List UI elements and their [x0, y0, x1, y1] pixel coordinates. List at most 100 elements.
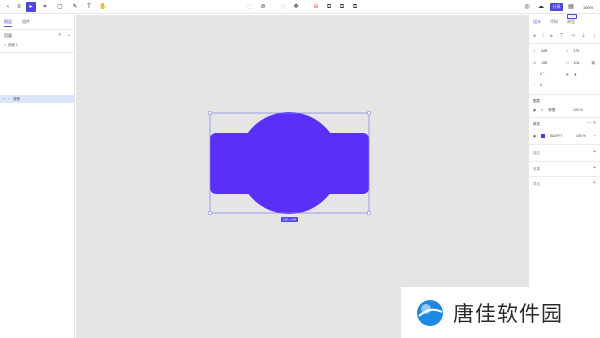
- layer-section-title: 图层: [533, 99, 540, 103]
- align-bottom-icon[interactable]: ⊥: [581, 33, 585, 39]
- y-label: Y: [566, 49, 569, 53]
- fill-swatch[interactable]: [541, 134, 546, 138]
- watermark-text: 唐佳软件园: [453, 301, 563, 326]
- layer-item-label: 矩形: [13, 96, 21, 101]
- align-top-icon[interactable]: ⊤: [559, 33, 563, 39]
- tab-components[interactable]: 组件: [22, 19, 30, 27]
- rotation-value[interactable]: 0 °: [540, 72, 544, 76]
- chevron-down-icon[interactable]: ⌄: [67, 32, 71, 38]
- flip-horizontal-icon[interactable]: ◭: [566, 72, 569, 76]
- shape-icon: ◌: [8, 97, 11, 101]
- back-icon[interactable]: ‹: [3, 2, 13, 12]
- tab-code[interactable]: 代码: [550, 19, 558, 25]
- boolean-subtract-icon[interactable]: ⧉: [337, 2, 347, 12]
- frame-tool-icon[interactable]: ⌗: [40, 2, 50, 12]
- add-effect-icon[interactable]: +: [593, 165, 596, 171]
- page-item[interactable]: ✓ 页面 1: [4, 43, 18, 48]
- tab-prototype[interactable]: 原型: [567, 19, 575, 25]
- align-center-icon[interactable]: ⫶: [542, 33, 543, 39]
- left-panel: 图层 组件 页面 + ⌄ ✓ 页面 1 › ◌ 矩形: [0, 14, 75, 338]
- divider: [0, 52, 75, 53]
- fill-hex[interactable]: 5A2FF7: [550, 134, 562, 138]
- corner-radius-icon: ⌐: [533, 83, 536, 87]
- tab-design[interactable]: 设计: [533, 19, 541, 25]
- mask-icon[interactable]: ⊖: [311, 2, 321, 12]
- x-value[interactable]: -828: [540, 49, 547, 53]
- add-export-icon[interactable]: +: [593, 180, 596, 186]
- pen-tool-icon[interactable]: ✎: [70, 2, 80, 12]
- chevron-right-icon[interactable]: ›: [4, 97, 5, 101]
- width-field[interactable]: W 158: [533, 61, 547, 65]
- eye-icon[interactable]: ◉: [533, 108, 536, 113]
- divider: [529, 94, 600, 95]
- eye-icon[interactable]: ◉: [533, 134, 536, 138]
- pages-header: 页面 + ⌄: [4, 32, 71, 39]
- align-left-icon[interactable]: ⫷: [533, 33, 536, 39]
- move-icon[interactable]: ✥: [291, 2, 301, 12]
- x-field[interactable]: X -828: [533, 49, 547, 53]
- link-icon[interactable]: ⊘: [258, 2, 268, 12]
- add-fill-icon[interactable]: ⋯ +: [587, 120, 596, 126]
- play-icon[interactable]: ◎: [522, 2, 532, 12]
- add-page-icon[interactable]: +: [58, 32, 61, 38]
- align-middle-icon[interactable]: ⊣: [570, 33, 574, 39]
- radius-value[interactable]: 0: [540, 83, 542, 87]
- pages-label: 页面: [4, 33, 12, 38]
- rectangle-tool-icon[interactable]: ▢: [55, 2, 65, 12]
- watermark-logo-icon: [417, 299, 443, 326]
- fill-opacity[interactable]: 100 %: [576, 134, 586, 138]
- align-right-icon[interactable]: ⫸: [550, 33, 553, 39]
- layer-item[interactable]: › ◌ 矩形: [0, 95, 74, 103]
- cloud-icon[interactable]: ☁: [536, 2, 546, 12]
- blend-mode-value[interactable]: 穿透: [548, 108, 555, 113]
- rectangle-shape[interactable]: [210, 133, 369, 194]
- constrain-proportions-icon[interactable]: ⛓: [591, 61, 595, 65]
- select-tool-icon[interactable]: ▸: [26, 2, 36, 12]
- alignment-toolbar: ⫷ ⫶ ⫸ ⊤ ⊣ ⊥ ⋮: [533, 33, 597, 39]
- export-section-title[interactable]: 导出: [533, 182, 540, 187]
- effects-section-title[interactable]: 效果: [533, 167, 540, 172]
- device-icon[interactable]: ▤: [566, 2, 576, 12]
- resize-handle[interactable]: [367, 211, 371, 215]
- divider: [529, 117, 600, 118]
- boolean-union-icon[interactable]: ⧉: [324, 2, 334, 12]
- menu-icon[interactable]: ≡: [14, 2, 24, 12]
- boolean-intersect-icon[interactable]: ⧉: [350, 2, 360, 12]
- y-field[interactable]: Y 275: [566, 49, 579, 53]
- resize-handle[interactable]: [208, 211, 212, 215]
- rotation-icon: ◌: [533, 72, 536, 76]
- divider: [0, 29, 75, 30]
- top-toolbar: ‹ ≡ ▸ ⌗ ▢ ✎ T ✋ ⬚ ⊘ ◇ ✥ ⊖ ⧉ ⧉ ⧉ ◎ ☁ 分享 ▤…: [0, 0, 600, 14]
- x-label: X: [533, 49, 536, 53]
- component-icon[interactable]: ◇: [278, 2, 288, 12]
- page-item-label: 页面 1: [7, 43, 18, 47]
- text-tool-icon[interactable]: T: [84, 2, 94, 12]
- fill-row[interactable]: ◉ 5A2FF7: [533, 134, 563, 138]
- add-stroke-icon[interactable]: +: [593, 149, 596, 155]
- height-field[interactable]: H 104: [566, 61, 579, 65]
- flip-vertical-icon[interactable]: ◮: [574, 72, 577, 76]
- distribute-icon[interactable]: ⋮: [592, 33, 597, 39]
- remove-fill-icon[interactable]: −: [594, 134, 596, 138]
- zoom-level[interactable]: 100%: [583, 5, 593, 10]
- watermark: 唐佳软件园: [401, 287, 600, 338]
- crop-icon[interactable]: ⬚: [245, 2, 255, 12]
- resize-handle[interactable]: [367, 111, 371, 115]
- share-button[interactable]: 分享: [550, 3, 563, 11]
- h-label: H: [566, 61, 569, 65]
- y-value[interactable]: 275: [573, 49, 579, 53]
- tooltip-indicator: [567, 14, 577, 19]
- layer-opacity[interactable]: 100 %: [573, 108, 583, 112]
- resize-handle[interactable]: [208, 111, 212, 115]
- h-value[interactable]: 104: [574, 61, 580, 65]
- blend-row[interactable]: ◉ ◐ 穿透: [533, 108, 555, 113]
- w-value[interactable]: 158: [541, 61, 547, 65]
- fill-section-title: 填充: [533, 122, 540, 126]
- tab-layers[interactable]: 图层: [4, 19, 12, 27]
- hand-tool-icon[interactable]: ✋: [98, 2, 108, 12]
- stroke-section-title[interactable]: 描边: [533, 151, 540, 156]
- check-icon: ✓: [4, 43, 7, 47]
- rotation-field[interactable]: ◌ 0 °: [533, 72, 544, 76]
- radius-field[interactable]: ⌐ 0: [533, 83, 542, 87]
- size-badge: 158 x 104: [283, 218, 297, 222]
